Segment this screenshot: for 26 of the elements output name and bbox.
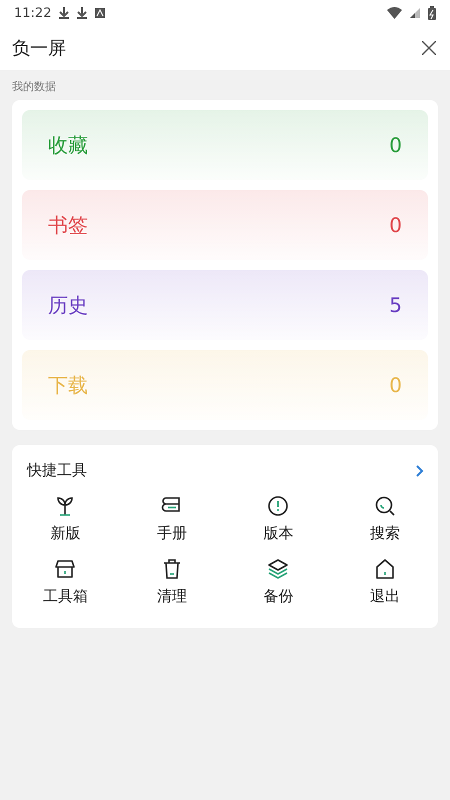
section-title: 快捷工具 xyxy=(27,461,87,480)
stat-card[interactable]: 书签 0 xyxy=(22,190,428,260)
notification-icon xyxy=(95,8,106,18)
tool-button[interactable]: 手册 xyxy=(118,494,225,543)
download-icon xyxy=(77,7,88,19)
wifi-icon xyxy=(387,7,402,19)
battery-icon xyxy=(428,6,436,20)
tool-button[interactable]: 工具箱 xyxy=(12,557,118,606)
status-time: 11:22 xyxy=(14,6,52,20)
stat-card[interactable]: 历史 5 xyxy=(22,270,428,340)
close-icon[interactable] xyxy=(422,41,436,55)
tool-button[interactable]: 版本 xyxy=(225,494,332,543)
tool-button[interactable]: 清理 xyxy=(118,557,225,606)
tool-button[interactable]: 备份 xyxy=(225,557,332,606)
signal-icon xyxy=(410,8,420,18)
tool-button[interactable]: 新版 xyxy=(12,494,118,543)
search-icon xyxy=(372,494,397,518)
download-icon xyxy=(59,7,70,19)
tool-button[interactable]: 退出 xyxy=(332,557,438,606)
info-icon xyxy=(266,494,290,518)
layers-icon xyxy=(266,557,290,581)
shop-icon xyxy=(53,557,78,581)
section-label: 我的数据 xyxy=(12,79,57,94)
tool-button[interactable]: 搜索 xyxy=(332,494,438,543)
page-title: 负一屏 xyxy=(12,37,66,60)
chevron-right-icon[interactable] xyxy=(416,464,424,476)
